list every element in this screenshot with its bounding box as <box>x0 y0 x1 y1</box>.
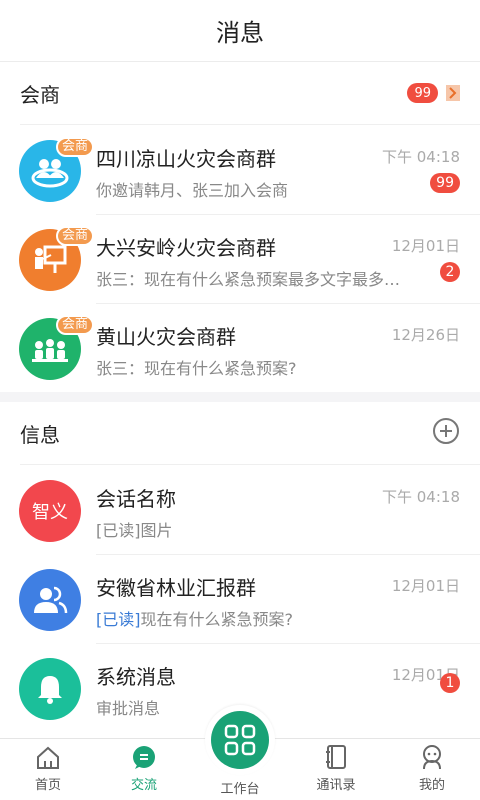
tab-chat[interactable]: 交流 <box>96 739 192 800</box>
chevron-right-icon[interactable] <box>446 85 460 101</box>
unread-badge: 1 <box>440 673 460 693</box>
workbench-label: 工作台 <box>220 782 260 797</box>
avatar-initials: 智义 <box>32 502 68 523</box>
item-title: 安徽省林业汇报群 <box>96 576 256 600</box>
tab-label: 我的 <box>418 778 445 793</box>
address-book-icon <box>326 745 346 769</box>
item-time: 12月01日 <box>391 237 460 255</box>
section-gap <box>0 392 480 402</box>
chat-icon <box>133 746 155 769</box>
section-header-right: 99 <box>407 83 460 103</box>
page-title: 消息 <box>216 19 264 47</box>
title-bar: 消息 <box>0 0 480 62</box>
list-item[interactable]: 安徽省林业汇报群 [已读]现在有什么紧急预案? 12月01日 <box>0 554 480 643</box>
tab-mine[interactable]: 我的 <box>384 739 480 800</box>
user-icon <box>423 745 441 770</box>
messages-page: 消息 会商 99 会商 四川凉山火灾会商群 你邀请韩月、张三加入会商 下午 04… <box>0 0 480 800</box>
tab-label: 通讯录 <box>316 778 356 793</box>
item-title: 系统消息 <box>96 665 176 689</box>
item-title: 四川凉山火灾会商群 <box>96 147 276 171</box>
item-time: 下午 04:18 <box>382 148 460 166</box>
item-title: 大兴安岭火灾会商群 <box>96 236 276 260</box>
tab-label: 首页 <box>34 778 61 793</box>
section-header-xinxi: 信息 <box>0 402 480 464</box>
item-time: 下午 04:18 <box>382 488 460 506</box>
tab-home[interactable]: 首页 <box>0 739 96 800</box>
list-item[interactable]: 智义 会话名称 [已读]图片 下午 04:18 <box>0 465 480 554</box>
unread-badge: 2 <box>440 262 460 282</box>
list-item[interactable]: 会商 四川凉山火灾会商群 你邀请韩月、张三加入会商 下午 04:18 99 <box>0 125 480 214</box>
item-title: 黄山火灾会商群 <box>96 325 236 349</box>
tab-label: 交流 <box>130 778 157 793</box>
list-item[interactable]: 会商 黄山火灾会商群 张三：现在有什么紧急预案? 12月26日 <box>0 303 480 392</box>
item-title: 会话名称 <box>96 487 176 511</box>
huishang-tag: 会商 <box>56 226 95 246</box>
system-avatar <box>19 658 81 720</box>
group-avatar <box>19 569 81 631</box>
presentation-icon <box>35 245 67 273</box>
bell-icon <box>38 676 62 704</box>
unread-badge: 99 <box>430 173 460 193</box>
section-title: 会商 <box>20 82 60 107</box>
item-preview: 张三：现在有什么紧急预案最多文字最多文字 <box>96 270 414 289</box>
item-preview: 你邀请韩月、张三加入会商 <box>96 181 289 200</box>
tab-contacts[interactable]: 通讯录 <box>288 739 384 800</box>
add-icon[interactable] <box>432 417 460 449</box>
list-item[interactable]: 会商 大兴安岭火灾会商群 张三：现在有什么紧急预案最多文字最多文字 12月01日… <box>0 214 480 303</box>
section-title: 信息 <box>20 422 60 447</box>
unread-badge: 99 <box>407 83 438 103</box>
huishang-tag: 会商 <box>56 137 95 157</box>
preview-text: 现在有什么紧急预案? <box>140 610 294 629</box>
contacts-icon <box>34 586 68 614</box>
item-time: 12月26日 <box>391 326 460 344</box>
item-preview: [已读]现在有什么紧急预案? <box>96 606 416 630</box>
home-icon <box>37 746 59 769</box>
item-preview: 张三：现在有什么紧急预案? <box>96 359 297 378</box>
meeting-icon <box>32 339 68 362</box>
workbench-button-inner <box>211 711 269 769</box>
item-time: 12月01日 <box>391 577 460 595</box>
read-status: [已读] <box>96 610 141 629</box>
user-avatar: 智义 <box>19 480 81 542</box>
section-header-huishang[interactable]: 会商 99 <box>0 62 480 124</box>
workbench-button[interactable] <box>205 705 275 775</box>
group-icon <box>31 159 69 188</box>
grid-icon <box>224 724 256 756</box>
huishang-tag: 会商 <box>56 315 95 335</box>
item-preview: [已读]图片 <box>96 521 173 540</box>
